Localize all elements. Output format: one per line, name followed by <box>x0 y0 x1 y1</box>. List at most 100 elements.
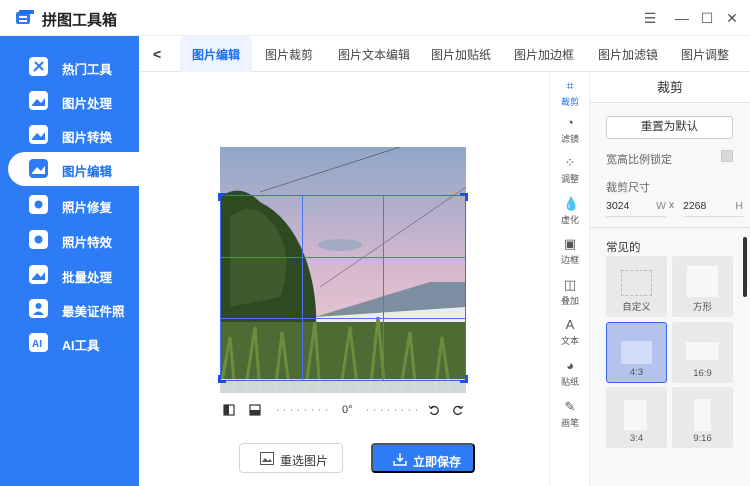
ratio-9-16[interactable]: 9:16 <box>672 387 733 448</box>
download-icon <box>393 453 407 466</box>
aspect-lock-checkbox[interactable] <box>721 150 733 162</box>
photo-effect-icon <box>29 230 48 249</box>
back-button[interactable]: < <box>153 46 169 62</box>
ratio-16-9[interactable]: 16:9 <box>672 322 733 383</box>
blur-icon: 💧 <box>563 196 580 211</box>
sidebar-item-photo-repair[interactable]: 照片修复 <box>0 188 139 222</box>
crop-height-unit: H <box>735 200 743 212</box>
reset-default-button[interactable]: 重置为默认 <box>606 116 733 139</box>
tab-image-border[interactable]: 图片加边框 <box>514 46 574 63</box>
flip-vertical-icon[interactable] <box>249 404 261 416</box>
photo-repair-icon <box>29 195 48 214</box>
ratio-label: 方形 <box>692 302 712 313</box>
sidebar-item-batch[interactable]: 批量处理 <box>0 258 139 292</box>
close-button[interactable]: ✕ <box>722 8 742 28</box>
divider <box>590 227 750 228</box>
flip-horizontal-icon[interactable] <box>223 404 235 416</box>
tool-filter[interactable]: ◔ 滤镜 <box>550 112 590 152</box>
aspect-lock-label: 宽高比例锁定 <box>606 154 672 166</box>
filter-icon: ◔ <box>566 115 574 130</box>
sidebar-item-label: 最美证件照 <box>62 305 125 319</box>
ratio-3-4-shape <box>624 400 647 430</box>
tab-bar: < 图片编辑 图片裁剪 图片文本编辑 图片加贴纸 图片加边框 图片加滤镜 图片调… <box>139 36 750 72</box>
ratio-square-shape <box>687 266 718 297</box>
crop-icon: ⌗ <box>566 78 574 93</box>
text-icon: A <box>565 317 575 332</box>
crop-height-field[interactable]: 2268 H <box>683 195 743 217</box>
rotate-slider-right[interactable] <box>364 409 422 411</box>
menu-button[interactable]: ☰ <box>640 8 660 28</box>
crop-handle-bottom-right[interactable] <box>460 375 468 383</box>
tab-image-edit[interactable]: 图片编辑 <box>180 36 253 72</box>
tab-image-filter[interactable]: 图片加滤镜 <box>598 46 658 63</box>
tool-border[interactable]: ▣ 边框 <box>550 233 590 273</box>
app-logo-icon <box>16 10 34 24</box>
tab-image-crop[interactable]: 图片裁剪 <box>265 46 313 63</box>
tab-image-adjust[interactable]: 图片调整 <box>681 46 729 63</box>
crop-grid-line <box>383 196 385 380</box>
rotate-left-icon[interactable] <box>428 404 440 416</box>
crop-size-label: 裁剪尺寸 <box>606 182 650 194</box>
crop-handle-top-right[interactable] <box>460 193 468 201</box>
common-ratios-label: 常见的 <box>606 242 641 254</box>
save-label: 立即保存 <box>413 455 462 469</box>
ratio-label: 9:16 <box>693 433 712 444</box>
tool-crop[interactable]: ⌗ 裁剪 <box>550 75 590 115</box>
crop-handle-bottom-left[interactable] <box>218 375 226 383</box>
ai-icon: AI <box>29 333 48 352</box>
save-button[interactable]: 立即保存 <box>371 443 475 473</box>
tool-label: 贴纸 <box>560 377 579 387</box>
rotate-right-icon[interactable] <box>452 404 464 416</box>
minimize-button[interactable]: — <box>672 8 692 28</box>
tool-text[interactable]: A 文本 <box>550 314 590 354</box>
crop-grid-line <box>221 318 465 320</box>
tab-image-sticker[interactable]: 图片加贴纸 <box>431 46 491 63</box>
sidebar-item-photo-effect[interactable]: 照片特效 <box>0 223 139 257</box>
tool-blur[interactable]: 💧 虚化 <box>550 193 590 233</box>
tool-overlay[interactable]: ◫ 叠加 <box>550 274 590 314</box>
ratio-4-3[interactable]: 4:3 <box>606 322 667 383</box>
tab-image-text[interactable]: 图片文本编辑 <box>338 46 410 63</box>
sidebar: 热门工具 图片处理 图片转换 图片编辑 照片修复 照片特效 批量处理 最美证件照… <box>0 36 139 486</box>
tool-adjust[interactable]: ⁘ 调整 <box>550 152 590 192</box>
adjust-icon: ⁘ <box>564 155 576 170</box>
panel-scrollbar[interactable] <box>743 237 747 297</box>
sidebar-item-image-convert[interactable]: 图片转换 <box>0 118 139 152</box>
crop-width-field[interactable]: 3024 W <box>606 195 666 217</box>
id-photo-icon <box>29 299 48 318</box>
sidebar-item-label: 照片特效 <box>62 236 113 250</box>
title-bar: 拼图工具箱 ☰ — ☐ ✕ <box>0 0 750 36</box>
sidebar-item-id-photo[interactable]: 最美证件照 <box>0 292 139 326</box>
crop-frame[interactable] <box>218 193 468 383</box>
tool-label: 叠加 <box>560 296 579 306</box>
ratio-custom[interactable]: 自定义 <box>606 256 667 317</box>
ratio-label: 16:9 <box>693 368 712 379</box>
image-icon <box>260 452 274 465</box>
brush-icon: ✎ <box>564 399 576 414</box>
sidebar-item-image-edit[interactable]: 图片编辑 <box>8 152 139 186</box>
rotate-slider-left[interactable] <box>274 409 332 411</box>
tool-label: 裁剪 <box>560 97 579 107</box>
ratio-square[interactable]: 方形 <box>672 256 733 317</box>
crop-handle-top-left[interactable] <box>218 193 226 201</box>
ratio-3-4[interactable]: 3:4 <box>606 387 667 448</box>
sidebar-item-label: AI工具 <box>62 339 100 353</box>
ratio-16-9-shape <box>686 342 719 360</box>
size-separator: x <box>669 200 674 211</box>
tool-brush[interactable]: ✎ 画笔 <box>550 396 590 436</box>
sidebar-item-ai[interactable]: AI AI工具 <box>0 326 139 360</box>
tool-sticker[interactable]: ◕ 贴纸 <box>550 355 590 395</box>
sidebar-item-label: 热门工具 <box>62 63 113 77</box>
sidebar-item-label: 照片修复 <box>62 201 113 215</box>
tool-label: 调整 <box>560 174 579 184</box>
panel-title: 裁剪 <box>590 73 750 103</box>
reselect-image-button[interactable]: 重选图片 <box>239 443 343 473</box>
maximize-button[interactable]: ☐ <box>697 8 717 28</box>
sidebar-item-hot-tools[interactable]: 热门工具 <box>0 50 139 84</box>
batch-icon <box>29 265 48 284</box>
tool-label: 画笔 <box>560 418 579 428</box>
crop-grid-line <box>221 256 465 258</box>
sidebar-item-image-process[interactable]: 图片处理 <box>0 84 139 118</box>
ratio-label: 3:4 <box>629 433 644 444</box>
border-icon: ▣ <box>563 236 577 251</box>
